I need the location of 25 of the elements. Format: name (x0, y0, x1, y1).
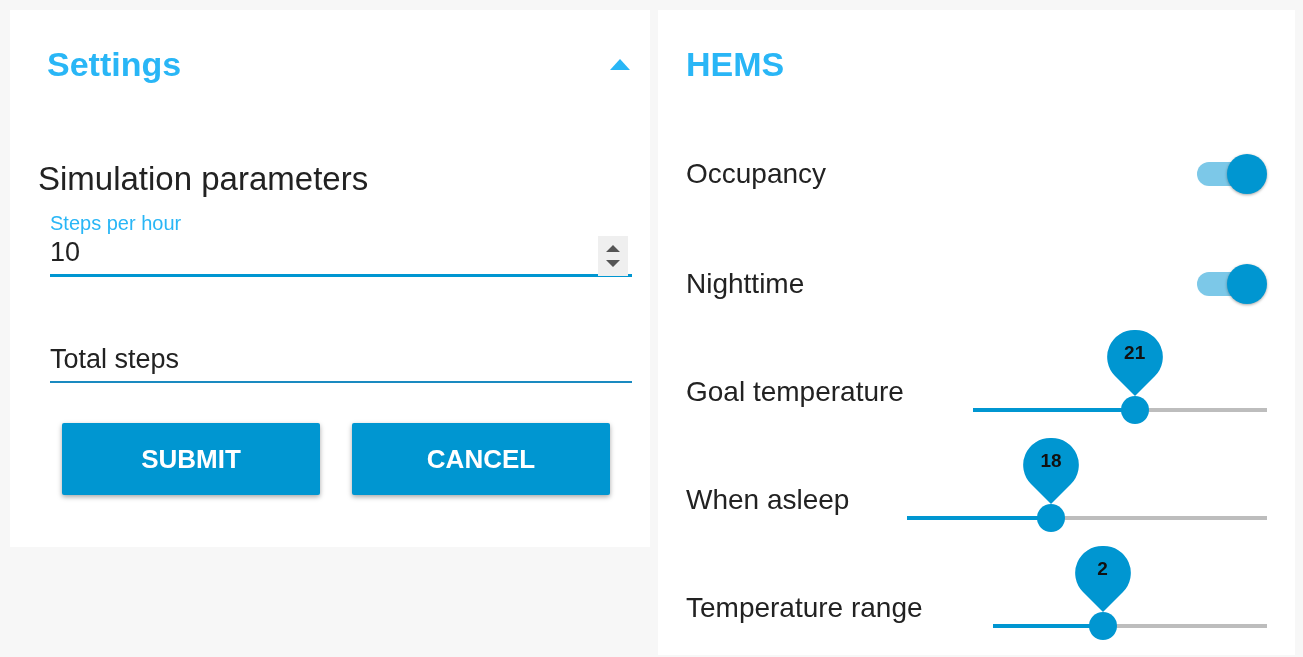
slider[interactable]: 18 (907, 436, 1267, 536)
setting-label: Occupancy (686, 158, 827, 190)
collapse-icon[interactable] (608, 57, 632, 71)
setting-label: Nighttime (686, 268, 805, 300)
slider-thumb[interactable] (1106, 328, 1163, 424)
slider[interactable]: 21 (973, 328, 1267, 428)
slider-value: 2 (1096, 558, 1109, 580)
spinner-icon[interactable] (598, 236, 628, 276)
slider-value: 18 (1039, 450, 1063, 472)
slider-thumb[interactable] (1023, 436, 1079, 532)
card-title: HEMS (686, 44, 786, 85)
slider-thumb[interactable] (1074, 544, 1131, 640)
card-title: Settings (47, 44, 182, 84)
action-button[interactable]: CANCEL (352, 423, 610, 495)
section-title: Simulation parameters (38, 160, 370, 198)
setting-label: Goal temperature (686, 376, 904, 408)
setting-label: When asleep (686, 484, 850, 516)
setting-label: Temperature range (686, 592, 923, 624)
number-field[interactable]: Total steps (50, 341, 632, 383)
toggle-switch[interactable] (1197, 264, 1267, 304)
field-label: Steps per hour (50, 212, 182, 235)
slider-value: 21 (1123, 342, 1147, 364)
toggle-switch[interactable] (1197, 154, 1267, 194)
action-button[interactable]: SUBMIT (62, 423, 320, 495)
slider[interactable]: 2 (993, 544, 1267, 644)
